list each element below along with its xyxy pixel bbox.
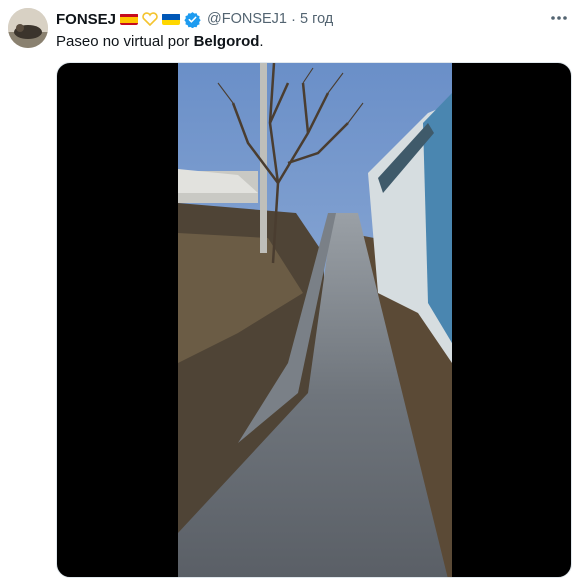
author-handle[interactable]: @FONSEJ1 (207, 11, 287, 27)
separator-dot: · (291, 10, 296, 28)
tweet-text-suffix: . (259, 33, 264, 50)
avatar-image (8, 8, 48, 48)
ukraine-flag-icon (162, 13, 181, 25)
hashtag-link-belgorod[interactable]: Belgorod (194, 33, 260, 50)
video-still-image (178, 63, 452, 577)
more-options-icon[interactable] (549, 10, 569, 26)
tweet-text: Paseo no virtual por Belgorod. (56, 32, 264, 52)
tweet-timestamp[interactable]: 5 год (300, 11, 333, 27)
verified-badge-icon[interactable] (184, 11, 201, 28)
avatar[interactable] (8, 8, 48, 48)
video-player[interactable] (56, 62, 572, 578)
video-frame (178, 63, 452, 577)
tweet-header: FONSEJ @FONSEJ1 · 5 год (56, 8, 541, 30)
tweet-text-prefix: Paseo no virtual por (56, 33, 194, 50)
spain-flag-icon (120, 13, 139, 25)
yellow-heart-icon (142, 12, 158, 27)
author-name[interactable]: FONSEJ (56, 11, 116, 28)
